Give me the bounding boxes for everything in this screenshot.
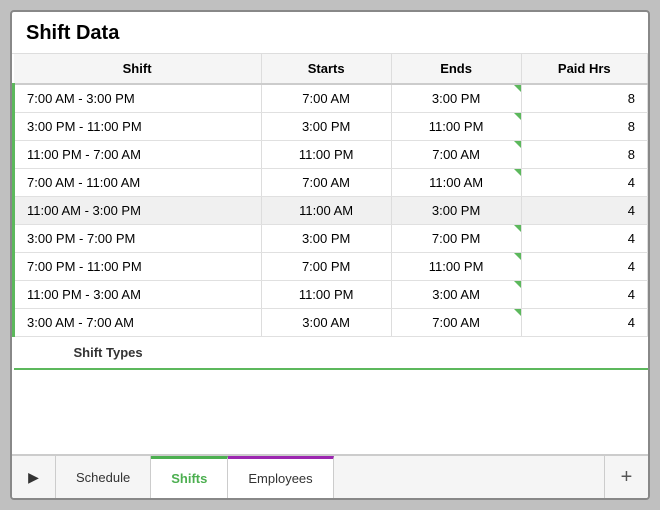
cell-shift: 11:00 PM - 7:00 AM [14,141,262,169]
cell-paid-hrs: 4 [521,197,647,225]
tab-employees[interactable]: Employees [228,456,333,498]
cell-starts: 7:00 PM [261,253,391,281]
cell-ends: 3:00 PM [391,197,521,225]
page-title: Shift Data [26,22,634,45]
cell-starts: 7:00 AM [261,169,391,197]
table-row[interactable]: 11:00 PM - 3:00 AM11:00 PM3:00 AM4 [14,281,648,309]
table-row[interactable]: 11:00 PM - 7:00 AM11:00 PM7:00 AM8 [14,141,648,169]
cell-starts: 3:00 PM [261,113,391,141]
cell-shift: 7:00 AM - 11:00 AM [14,169,262,197]
tab-schedule[interactable]: Schedule [56,456,151,498]
cell-starts: 11:00 AM [261,197,391,225]
cell-paid-hrs: 4 [521,253,647,281]
cell-ends: 11:00 AM [391,169,521,197]
cell-ends: 11:00 PM [391,253,521,281]
add-tab-button[interactable]: + [604,456,648,498]
cell-shift: 11:00 AM - 3:00 PM [14,197,262,225]
table-row[interactable]: 7:00 AM - 3:00 PM7:00 AM3:00 PM8 [14,84,648,113]
cell-paid-hrs: 4 [521,281,647,309]
table-row[interactable]: 3:00 PM - 7:00 PM3:00 PM7:00 PM4 [14,225,648,253]
table-row[interactable]: 7:00 AM - 11:00 AM7:00 AM11:00 AM4 [14,169,648,197]
shift-types-label[interactable]: Shift Types [14,337,648,370]
tab-bar: ▶ Schedule Shifts Employees + [12,454,648,498]
cell-starts: 3:00 AM [261,309,391,337]
table-row[interactable]: 3:00 PM - 11:00 PM3:00 PM11:00 PM8 [14,113,648,141]
main-window: Shift Data Shift Starts Ends Paid Hrs 7:… [10,10,650,500]
cell-paid-hrs: 4 [521,309,647,337]
tab-shifts[interactable]: Shifts [151,456,228,498]
col-header-starts: Starts [261,54,391,84]
cell-starts: 11:00 PM [261,281,391,309]
table-area: Shift Starts Ends Paid Hrs 7:00 AM - 3:0… [12,54,648,454]
title-bar: Shift Data [12,12,648,54]
cell-ends: 3:00 PM [391,84,521,113]
cell-paid-hrs: 8 [521,84,647,113]
cell-shift: 3:00 PM - 11:00 PM [14,113,262,141]
shift-table: Shift Starts Ends Paid Hrs 7:00 AM - 3:0… [12,54,648,370]
cell-starts: 7:00 AM [261,84,391,113]
col-header-paid-hrs: Paid Hrs [521,54,647,84]
cell-ends: 11:00 PM [391,113,521,141]
cell-paid-hrs: 4 [521,169,647,197]
cell-shift: 3:00 AM - 7:00 AM [14,309,262,337]
cell-starts: 11:00 PM [261,141,391,169]
table-row[interactable]: 3:00 AM - 7:00 AM3:00 AM7:00 AM4 [14,309,648,337]
cell-paid-hrs: 8 [521,141,647,169]
shift-types-row: Shift Types [14,337,648,370]
cell-ends: 7:00 PM [391,225,521,253]
table-row[interactable]: 11:00 AM - 3:00 PM11:00 AM3:00 PM4 [14,197,648,225]
cell-paid-hrs: 8 [521,113,647,141]
cell-paid-hrs: 4 [521,225,647,253]
cell-shift: 7:00 AM - 3:00 PM [14,84,262,113]
cell-shift: 3:00 PM - 7:00 PM [14,225,262,253]
cell-ends: 3:00 AM [391,281,521,309]
play-button[interactable]: ▶ [12,456,56,498]
cell-shift: 11:00 PM - 3:00 AM [14,281,262,309]
cell-ends: 7:00 AM [391,141,521,169]
table-header-row: Shift Starts Ends Paid Hrs [14,54,648,84]
cell-ends: 7:00 AM [391,309,521,337]
col-header-shift: Shift [14,54,262,84]
table-row[interactable]: 7:00 PM - 11:00 PM7:00 PM11:00 PM4 [14,253,648,281]
cell-starts: 3:00 PM [261,225,391,253]
col-header-ends: Ends [391,54,521,84]
cell-shift: 7:00 PM - 11:00 PM [14,253,262,281]
